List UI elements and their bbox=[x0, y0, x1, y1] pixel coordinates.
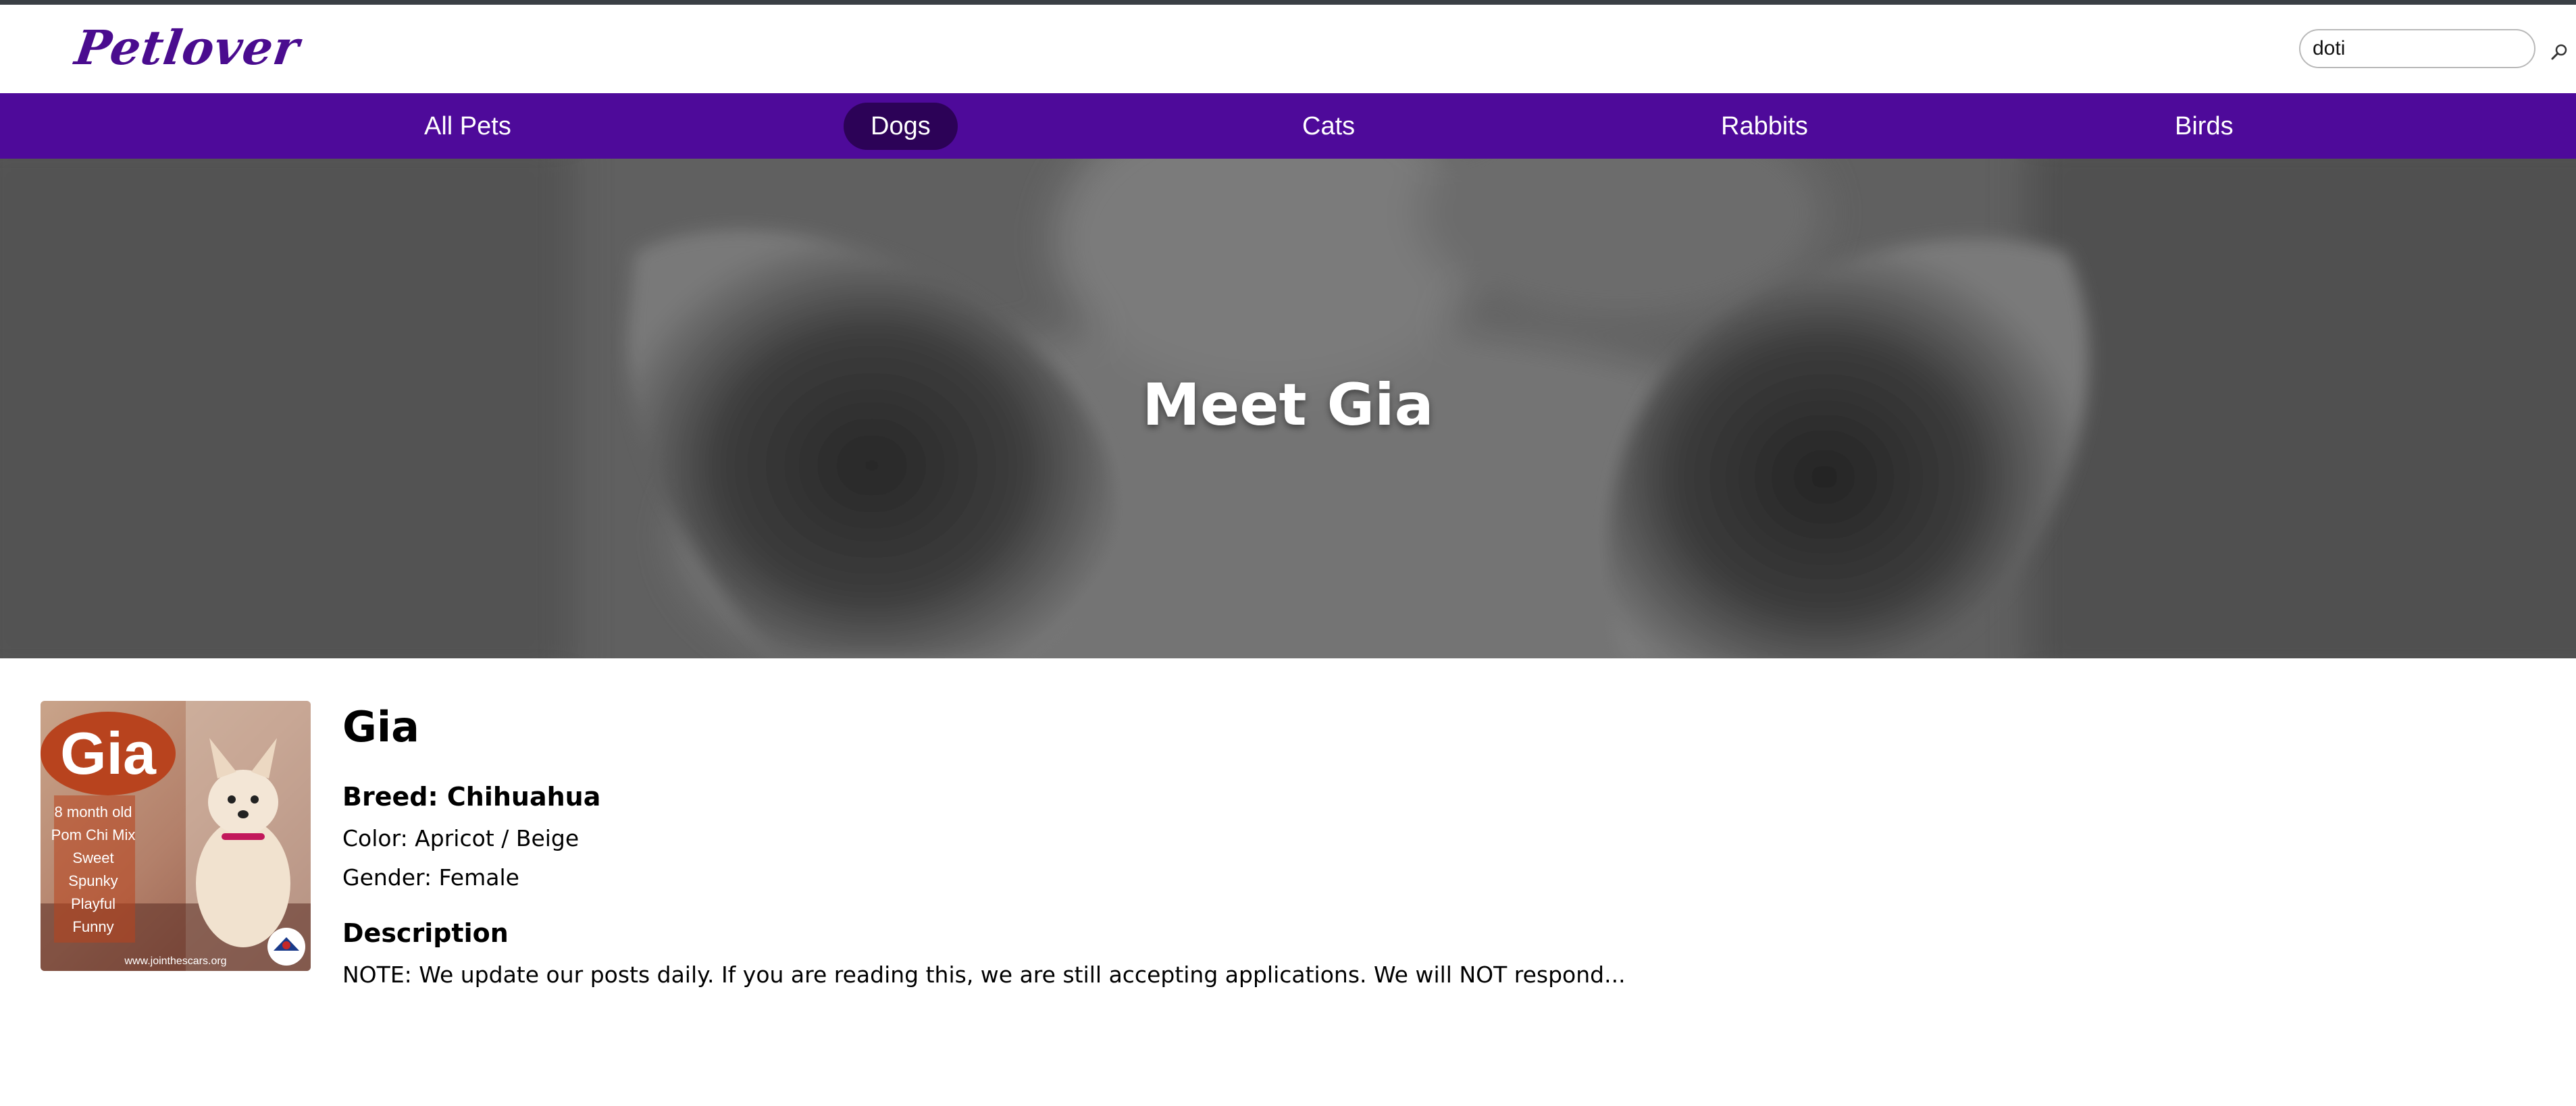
photo-line: Sweet bbox=[72, 849, 113, 866]
browser-top-border bbox=[0, 0, 2576, 5]
photo-line: Pom Chi Mix bbox=[51, 826, 136, 843]
description-heading: Description bbox=[342, 918, 509, 948]
photo-line: Funny bbox=[72, 918, 113, 935]
search-input[interactable] bbox=[2313, 36, 2522, 61]
photo-url: www.jointhescars.org bbox=[124, 955, 226, 967]
nav-item-birds[interactable]: Birds bbox=[2148, 103, 2261, 150]
nav-item-dogs[interactable]: Dogs bbox=[844, 103, 958, 150]
site-header: Petlover bbox=[0, 5, 2576, 93]
pet-breed: Breed: Chihuahua bbox=[342, 782, 601, 812]
pet-name: Gia bbox=[342, 702, 419, 752]
nav-item-rabbits[interactable]: Rabbits bbox=[1694, 103, 1835, 150]
hero-banner: Meet Gia bbox=[0, 159, 2576, 658]
photo-line: Playful bbox=[71, 895, 115, 912]
nav-item-all-pets[interactable]: All Pets bbox=[397, 103, 538, 150]
nav-item-cats[interactable]: Cats bbox=[1275, 103, 1382, 150]
description-text: NOTE: We update our posts daily. If you … bbox=[342, 962, 1626, 988]
category-nav: All Pets Dogs Cats Rabbits Birds bbox=[0, 93, 2576, 159]
pet-color: Color: Apricot / Beige bbox=[342, 825, 579, 851]
pet-gender: Gender: Female bbox=[342, 864, 519, 891]
photo-title: Gia bbox=[60, 720, 157, 787]
hero-title: Meet Gia bbox=[1142, 371, 1434, 439]
site-logo[interactable]: Petlover bbox=[72, 20, 303, 76]
pet-photo[interactable]: Gia 8 month old Pom Chi Mix Sweet Spunky… bbox=[41, 701, 311, 971]
search-box[interactable] bbox=[2299, 29, 2535, 68]
search-icon[interactable] bbox=[2549, 43, 2569, 63]
photo-line: 8 month old bbox=[55, 804, 132, 820]
photo-line: Spunky bbox=[68, 872, 118, 889]
